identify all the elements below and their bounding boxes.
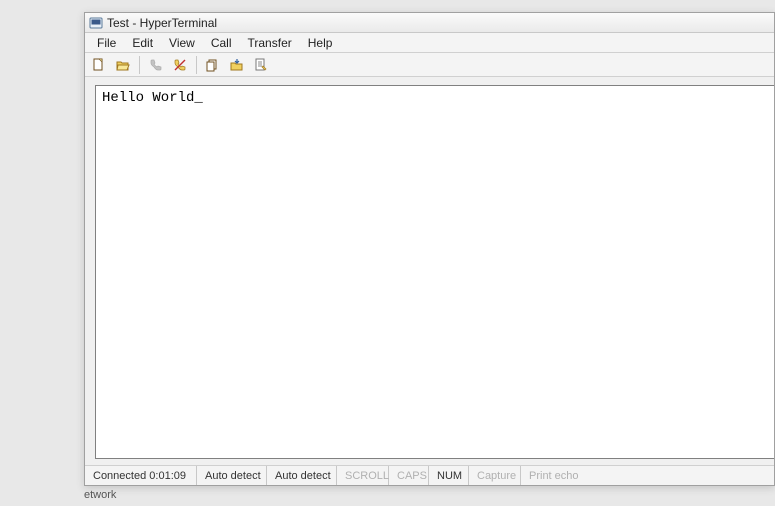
status-scroll: SCROLL <box>337 466 389 485</box>
terminal-output[interactable]: Hello World_ <box>95 85 774 459</box>
cursor: _ <box>194 90 202 106</box>
status-print-echo: Print echo <box>521 466 774 485</box>
status-autodetect-1: Auto detect <box>197 466 267 485</box>
menu-call[interactable]: Call <box>203 34 240 52</box>
status-num: NUM <box>429 466 469 485</box>
menu-help[interactable]: Help <box>300 34 341 52</box>
menu-file[interactable]: File <box>89 34 124 52</box>
send-icon[interactable] <box>203 55 223 75</box>
background-fragment-label: etwork <box>84 489 116 501</box>
terminal-text: Hello World <box>102 90 194 106</box>
toolbar-separator <box>196 56 197 74</box>
terminal-app-icon <box>89 16 103 30</box>
status-caps: CAPS <box>389 466 429 485</box>
new-icon[interactable] <box>89 55 109 75</box>
receive-icon[interactable] <box>227 55 247 75</box>
status-elapsed: 0:01:09 <box>149 470 186 482</box>
menu-view[interactable]: View <box>161 34 203 52</box>
status-connected: Connected 0:01:09 <box>85 466 197 485</box>
client-area: Hello World_ <box>85 77 774 465</box>
window-title: Test - HyperTerminal <box>107 16 217 30</box>
menubar: File Edit View Call Transfer Help <box>85 33 774 53</box>
hyperterminal-window: Test - HyperTerminal File Edit View Call… <box>84 12 775 486</box>
toolbar-separator <box>139 56 140 74</box>
menu-edit[interactable]: Edit <box>124 34 161 52</box>
disconnect-icon[interactable] <box>170 55 190 75</box>
statusbar: Connected 0:01:09 Auto detect Auto detec… <box>85 465 774 485</box>
status-capture: Capture <box>469 466 521 485</box>
properties-icon[interactable] <box>251 55 271 75</box>
menu-transfer[interactable]: Transfer <box>240 34 300 52</box>
call-icon[interactable] <box>146 55 166 75</box>
toolbar <box>85 53 774 77</box>
open-icon[interactable] <box>113 55 133 75</box>
status-autodetect-2: Auto detect <box>267 466 337 485</box>
titlebar[interactable]: Test - HyperTerminal <box>85 13 774 33</box>
